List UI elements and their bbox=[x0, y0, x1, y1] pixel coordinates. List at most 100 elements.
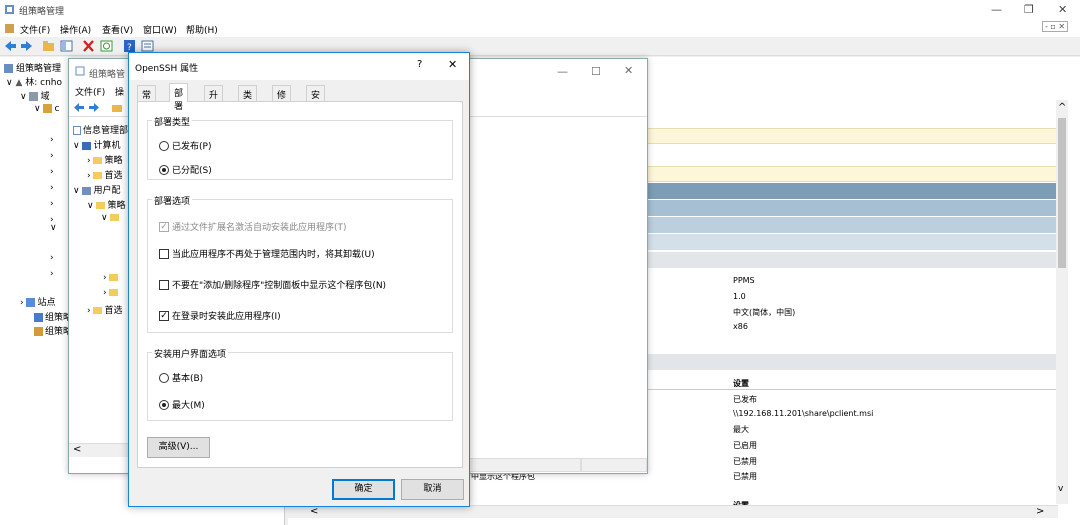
tree-gpo-results[interactable]: 组策略 bbox=[34, 324, 72, 337]
scroll-right-arrow-icon[interactable]: > bbox=[1036, 506, 1044, 517]
tab-upgrades[interactable]: 升级 bbox=[204, 85, 224, 114]
radio-on-icon[interactable] bbox=[159, 399, 169, 410]
editor-tree-root[interactable]: 信息管理部 bbox=[73, 123, 128, 136]
expand-chevron-icon[interactable]: › bbox=[50, 183, 54, 193]
expand-chevron-icon[interactable]: › bbox=[50, 167, 54, 177]
deploy-type-label: 部署类型 bbox=[152, 115, 193, 128]
editor-h-scrollbar[interactable]: < bbox=[69, 443, 131, 457]
cancel-button[interactable]: 取消 bbox=[401, 479, 464, 500]
bg-close-button[interactable]: ✕ bbox=[624, 64, 633, 77]
checkbox-empty-icon[interactable] bbox=[159, 279, 169, 290]
expand-chevron-icon[interactable]: › bbox=[50, 199, 54, 209]
expand-chevron-icon[interactable]: › bbox=[50, 253, 54, 263]
expand-chevron-icon[interactable]: ∨ bbox=[73, 186, 82, 196]
tab-security[interactable]: 安全 bbox=[306, 85, 326, 114]
folder-icon bbox=[93, 307, 103, 314]
back-arrow-icon[interactable] bbox=[73, 102, 85, 116]
tree-forest[interactable]: ∨ ▲ 林: cnho bbox=[6, 75, 62, 88]
tab-general[interactable]: 常规 bbox=[137, 85, 157, 114]
expand-chevron-icon[interactable]: ∨ bbox=[73, 141, 82, 151]
dialog-help-button[interactable]: ? bbox=[417, 59, 422, 70]
tree-gpo-modeling[interactable]: 组策略 bbox=[34, 310, 72, 323]
expand-chevron-icon[interactable]: ∨ bbox=[101, 213, 110, 223]
dialog-close-button[interactable]: ✕ bbox=[448, 58, 457, 71]
expand-chevron-icon[interactable]: › bbox=[50, 151, 54, 161]
expand-chevron-icon[interactable]: ∨ bbox=[20, 92, 29, 102]
menu-window[interactable]: 窗口(W) bbox=[143, 23, 177, 36]
back-arrow-icon[interactable] bbox=[4, 40, 17, 52]
radio-off-icon[interactable] bbox=[159, 140, 169, 151]
editor-tree-policies-2[interactable]: ∨ 策略 bbox=[87, 198, 125, 211]
radio-on-icon[interactable] bbox=[159, 164, 169, 175]
expand-chevron-icon[interactable]: ∨ bbox=[50, 223, 57, 233]
scroll-down-arrow-icon[interactable]: v bbox=[1058, 484, 1063, 494]
editor-menu-file[interactable]: 文件(F) bbox=[75, 85, 105, 98]
setting-value: 已禁用 bbox=[733, 457, 757, 466]
tree-domains[interactable]: ∨ 域 bbox=[20, 89, 49, 102]
menu-help[interactable]: 帮助(H) bbox=[186, 23, 218, 36]
scroll-left-arrow-icon[interactable]: < bbox=[73, 444, 81, 455]
user-icon bbox=[82, 186, 92, 195]
properties-icon[interactable] bbox=[141, 40, 154, 52]
ok-button[interactable]: 确定 bbox=[332, 479, 395, 500]
editor-tree-software[interactable]: ∨ bbox=[101, 213, 120, 223]
dialog-title: OpenSSH 属性 bbox=[135, 64, 199, 74]
forward-arrow-icon[interactable] bbox=[88, 102, 100, 116]
restore-button[interactable]: ❐ bbox=[1024, 3, 1034, 16]
uninstall-checkbox[interactable]: 当此应用程序不再处于管理范围内时，将其卸载(U) bbox=[159, 247, 375, 260]
published-radio[interactable]: 已发布(P) bbox=[159, 139, 211, 152]
checkmark-icon[interactable]: ✓ bbox=[159, 310, 169, 321]
editor-tree-collapsed[interactable]: › bbox=[103, 288, 119, 298]
up-folder-icon[interactable] bbox=[42, 40, 55, 52]
tab-deployment[interactable]: 部署 bbox=[169, 83, 189, 112]
radio-off-icon[interactable] bbox=[159, 372, 169, 383]
delete-icon[interactable] bbox=[82, 40, 95, 52]
editor-tree-computer[interactable]: ∨ 计算机 bbox=[73, 138, 120, 151]
editor-menu-action[interactable]: 操 bbox=[115, 85, 124, 98]
editor-tree-user[interactable]: ∨ 用户配 bbox=[73, 183, 120, 196]
hide-arp-checkbox[interactable]: 不要在"添加/删除程序"控制面板中显示这个程序包(N) bbox=[159, 278, 386, 291]
max-ui-radio[interactable]: 最大(M) bbox=[159, 398, 205, 411]
expand-chevron-icon[interactable]: ∨ bbox=[34, 104, 43, 114]
tree-sites[interactable]: › 站点 bbox=[20, 295, 55, 308]
editor-tree-collapsed[interactable]: › bbox=[103, 273, 119, 283]
folder-icon bbox=[93, 157, 103, 164]
tree-domain-node[interactable]: ∨ c bbox=[34, 104, 59, 114]
install-ui-options-label: 安装用户界面选项 bbox=[152, 347, 229, 360]
install-logon-checkbox[interactable]: ✓ 在登录时安装此应用程序(I) bbox=[159, 309, 281, 322]
menu-file[interactable]: 文件(F) bbox=[20, 23, 50, 36]
menu-view[interactable]: 查看(V) bbox=[102, 23, 133, 36]
scrollbar-thumb[interactable] bbox=[1058, 118, 1066, 268]
up-folder-icon[interactable] bbox=[111, 102, 123, 116]
menu-action[interactable]: 操作(A) bbox=[60, 23, 91, 36]
vertical-scrollbar[interactable]: ^ v bbox=[1056, 100, 1068, 504]
help-icon[interactable]: ? bbox=[123, 40, 136, 53]
detail-value: PPMS bbox=[733, 276, 755, 285]
expand-chevron-icon[interactable]: › bbox=[50, 135, 54, 145]
close-button[interactable]: ✕ bbox=[1058, 3, 1067, 16]
checkbox-empty-icon[interactable] bbox=[159, 248, 169, 259]
forward-arrow-icon[interactable] bbox=[20, 40, 33, 52]
refresh-icon[interactable] bbox=[100, 40, 113, 52]
assigned-radio[interactable]: 已分配(S) bbox=[159, 163, 212, 176]
settings-column-header: 设置 bbox=[733, 379, 749, 388]
advanced-button[interactable]: 高级(V)... bbox=[147, 437, 210, 458]
tab-modifications[interactable]: 修改 bbox=[272, 85, 292, 114]
editor-column-header bbox=[469, 101, 645, 117]
editor-status-cell bbox=[581, 458, 647, 472]
editor-tree-prefs-2[interactable]: › 首选 bbox=[87, 303, 122, 316]
expand-chevron-icon[interactable]: › bbox=[50, 269, 54, 279]
scroll-up-arrow-icon[interactable]: ^ bbox=[1058, 102, 1066, 113]
editor-tree-prefs-1[interactable]: › 首选 bbox=[87, 168, 122, 181]
tree-root[interactable]: 组策略管理 bbox=[4, 61, 61, 74]
show-tree-icon[interactable] bbox=[60, 40, 73, 52]
inner-window-controls[interactable]: - ▫ ✕ bbox=[1042, 21, 1069, 32]
bg-minimize-button[interactable]: — bbox=[557, 65, 568, 78]
editor-tree-policies-1[interactable]: › 策略 bbox=[87, 153, 122, 166]
bg-restore-button[interactable]: ☐ bbox=[591, 65, 601, 78]
tab-categories[interactable]: 类别 bbox=[238, 85, 258, 114]
minimize-button[interactable]: — bbox=[991, 3, 1002, 16]
basic-ui-radio[interactable]: 基本(B) bbox=[159, 371, 203, 384]
scroll-left-arrow-icon[interactable]: < bbox=[310, 506, 318, 517]
expand-chevron-icon[interactable]: ∨ bbox=[87, 201, 96, 211]
